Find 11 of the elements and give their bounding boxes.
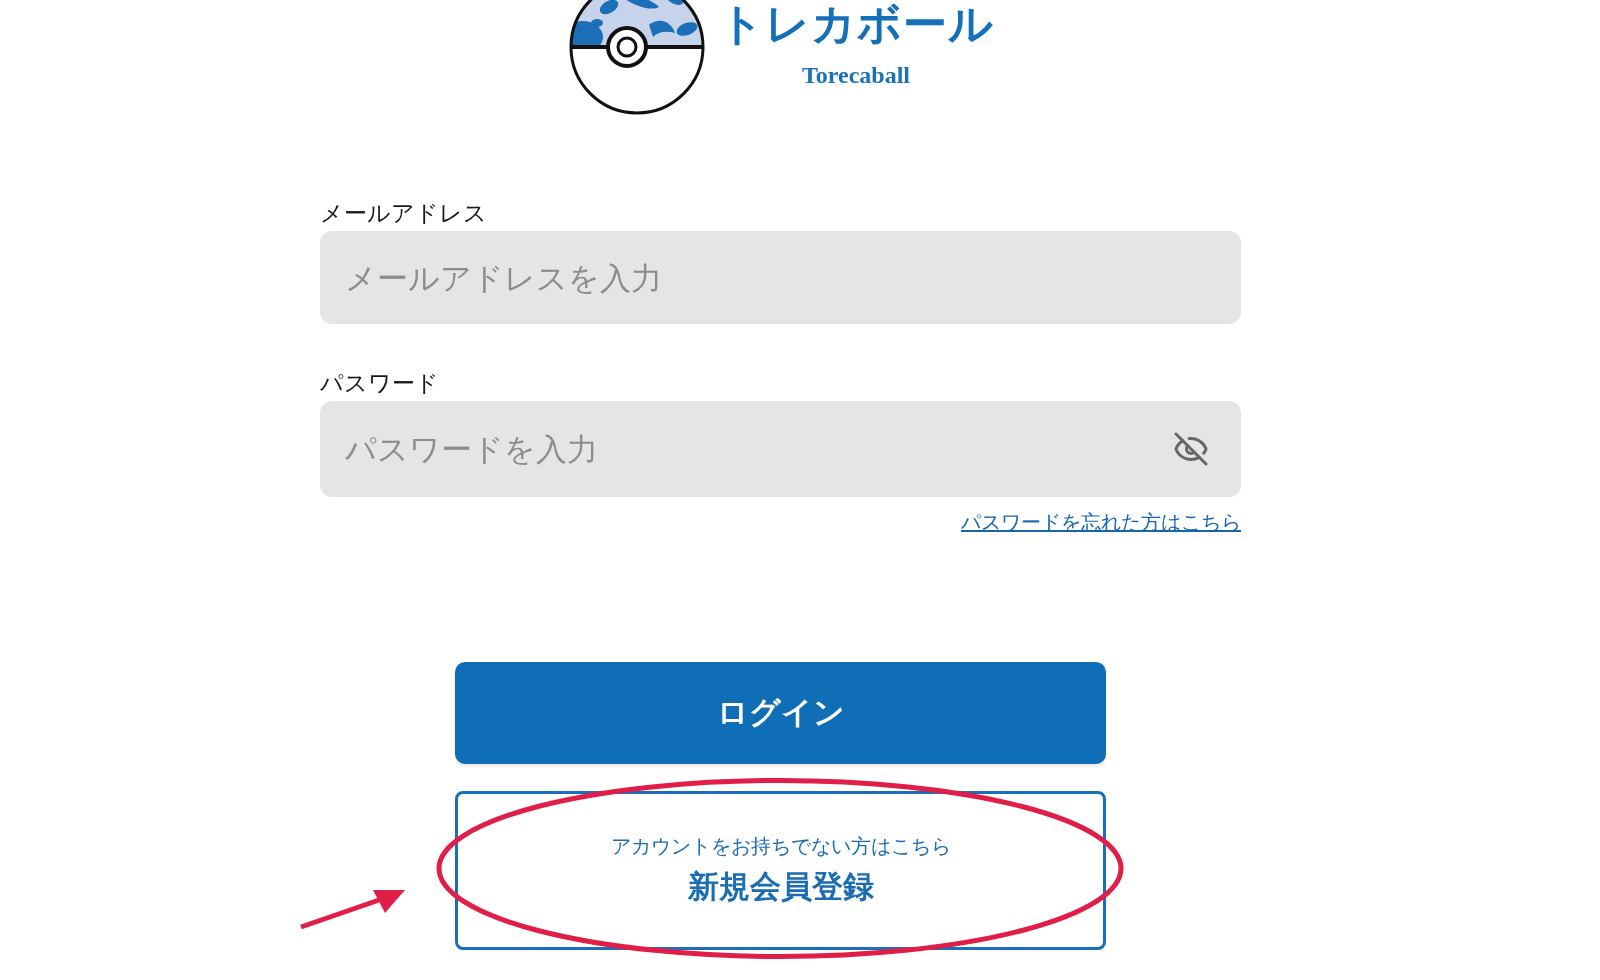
logo-title: トレカボール [718, 2, 994, 46]
register-button[interactable]: アカウントをお持ちでない方はこちら 新規会員登録 [455, 791, 1106, 950]
forgot-password-link[interactable]: パスワードを忘れた方はこちら [961, 508, 1241, 536]
field-label: パスワード [320, 369, 439, 398]
email-field[interactable]: メールアドレスを入力 [320, 231, 1241, 324]
eye-off-icon[interactable] [1173, 431, 1209, 467]
arrow-icon [299, 887, 407, 931]
field-label: メールアドレス [320, 199, 487, 228]
logo-subtitle: Torecaball [802, 62, 910, 88]
password-field[interactable]: パスワードを入力 [320, 401, 1241, 497]
login-button[interactable]: ログイン [455, 662, 1106, 764]
